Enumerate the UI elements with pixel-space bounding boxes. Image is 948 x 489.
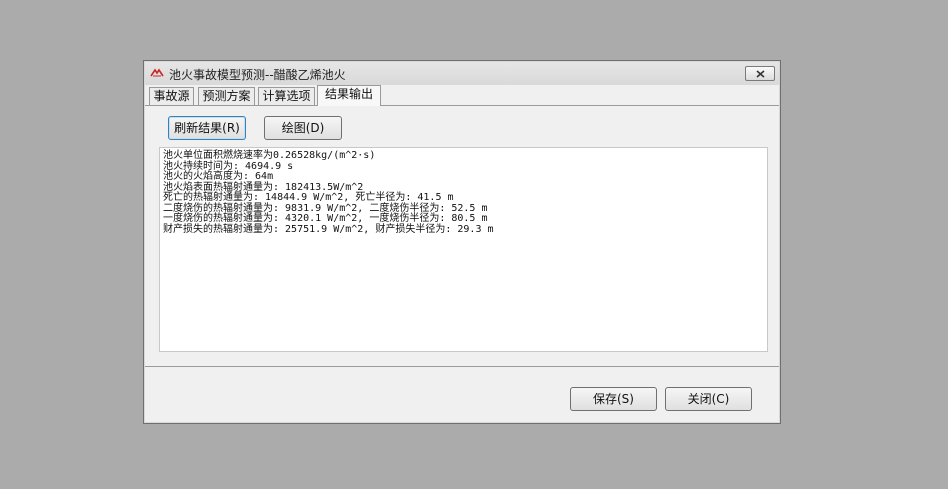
result-line: 一度烧伤的热辐射通量为: 4320.1 W/m^2, 一度烧伤半径为: 80.5… <box>163 213 488 224</box>
result-line: 池火的火焰高度为: 64m <box>163 171 274 182</box>
refresh-results-button[interactable]: 刷新结果(R) <box>168 116 246 140</box>
tab-result-output[interactable]: 结果输出 <box>317 85 381 106</box>
dialog-window: 池火事故模型预测--醋酸乙烯池火 事故源 预测方案 计算选项 结果输出 刷新结果… <box>143 60 781 424</box>
result-line: 财产损失的热辐射通量为: 25751.9 W/m^2, 财产损失半径为: 29.… <box>163 223 494 235</box>
tab-calc-options[interactable]: 计算选项 <box>258 87 315 105</box>
tab-prediction-plan[interactable]: 预测方案 <box>198 87 255 105</box>
save-button[interactable]: 保存(S) <box>570 387 657 411</box>
plot-button[interactable]: 绘图(D) <box>264 116 342 140</box>
results-textarea[interactable]: 池火单位面积燃烧速率为0.26528kg/(m^2·s) 池火持续时间为: 46… <box>159 147 768 352</box>
result-line: 死亡的热辐射通量为: 14844.9 W/m^2, 死亡半径为: 41.5 m <box>163 192 454 203</box>
close-button[interactable]: 关闭(C) <box>665 387 752 411</box>
result-line: 池火单位面积燃烧速率为0.26528kg/(m^2·s) <box>163 150 376 161</box>
window-title: 池火事故模型预测--醋酸乙烯池火 <box>169 68 346 82</box>
close-window-button[interactable] <box>745 66 775 81</box>
result-output-panel: 刷新结果(R) 绘图(D) 池火单位面积燃烧速率为0.26528kg/(m^2·… <box>145 105 779 367</box>
close-icon <box>756 70 765 78</box>
app-logo-icon <box>150 68 164 77</box>
title-bar[interactable]: 池火事故模型预测--醋酸乙烯池火 <box>145 62 779 85</box>
tab-accident-source[interactable]: 事故源 <box>149 87 194 105</box>
